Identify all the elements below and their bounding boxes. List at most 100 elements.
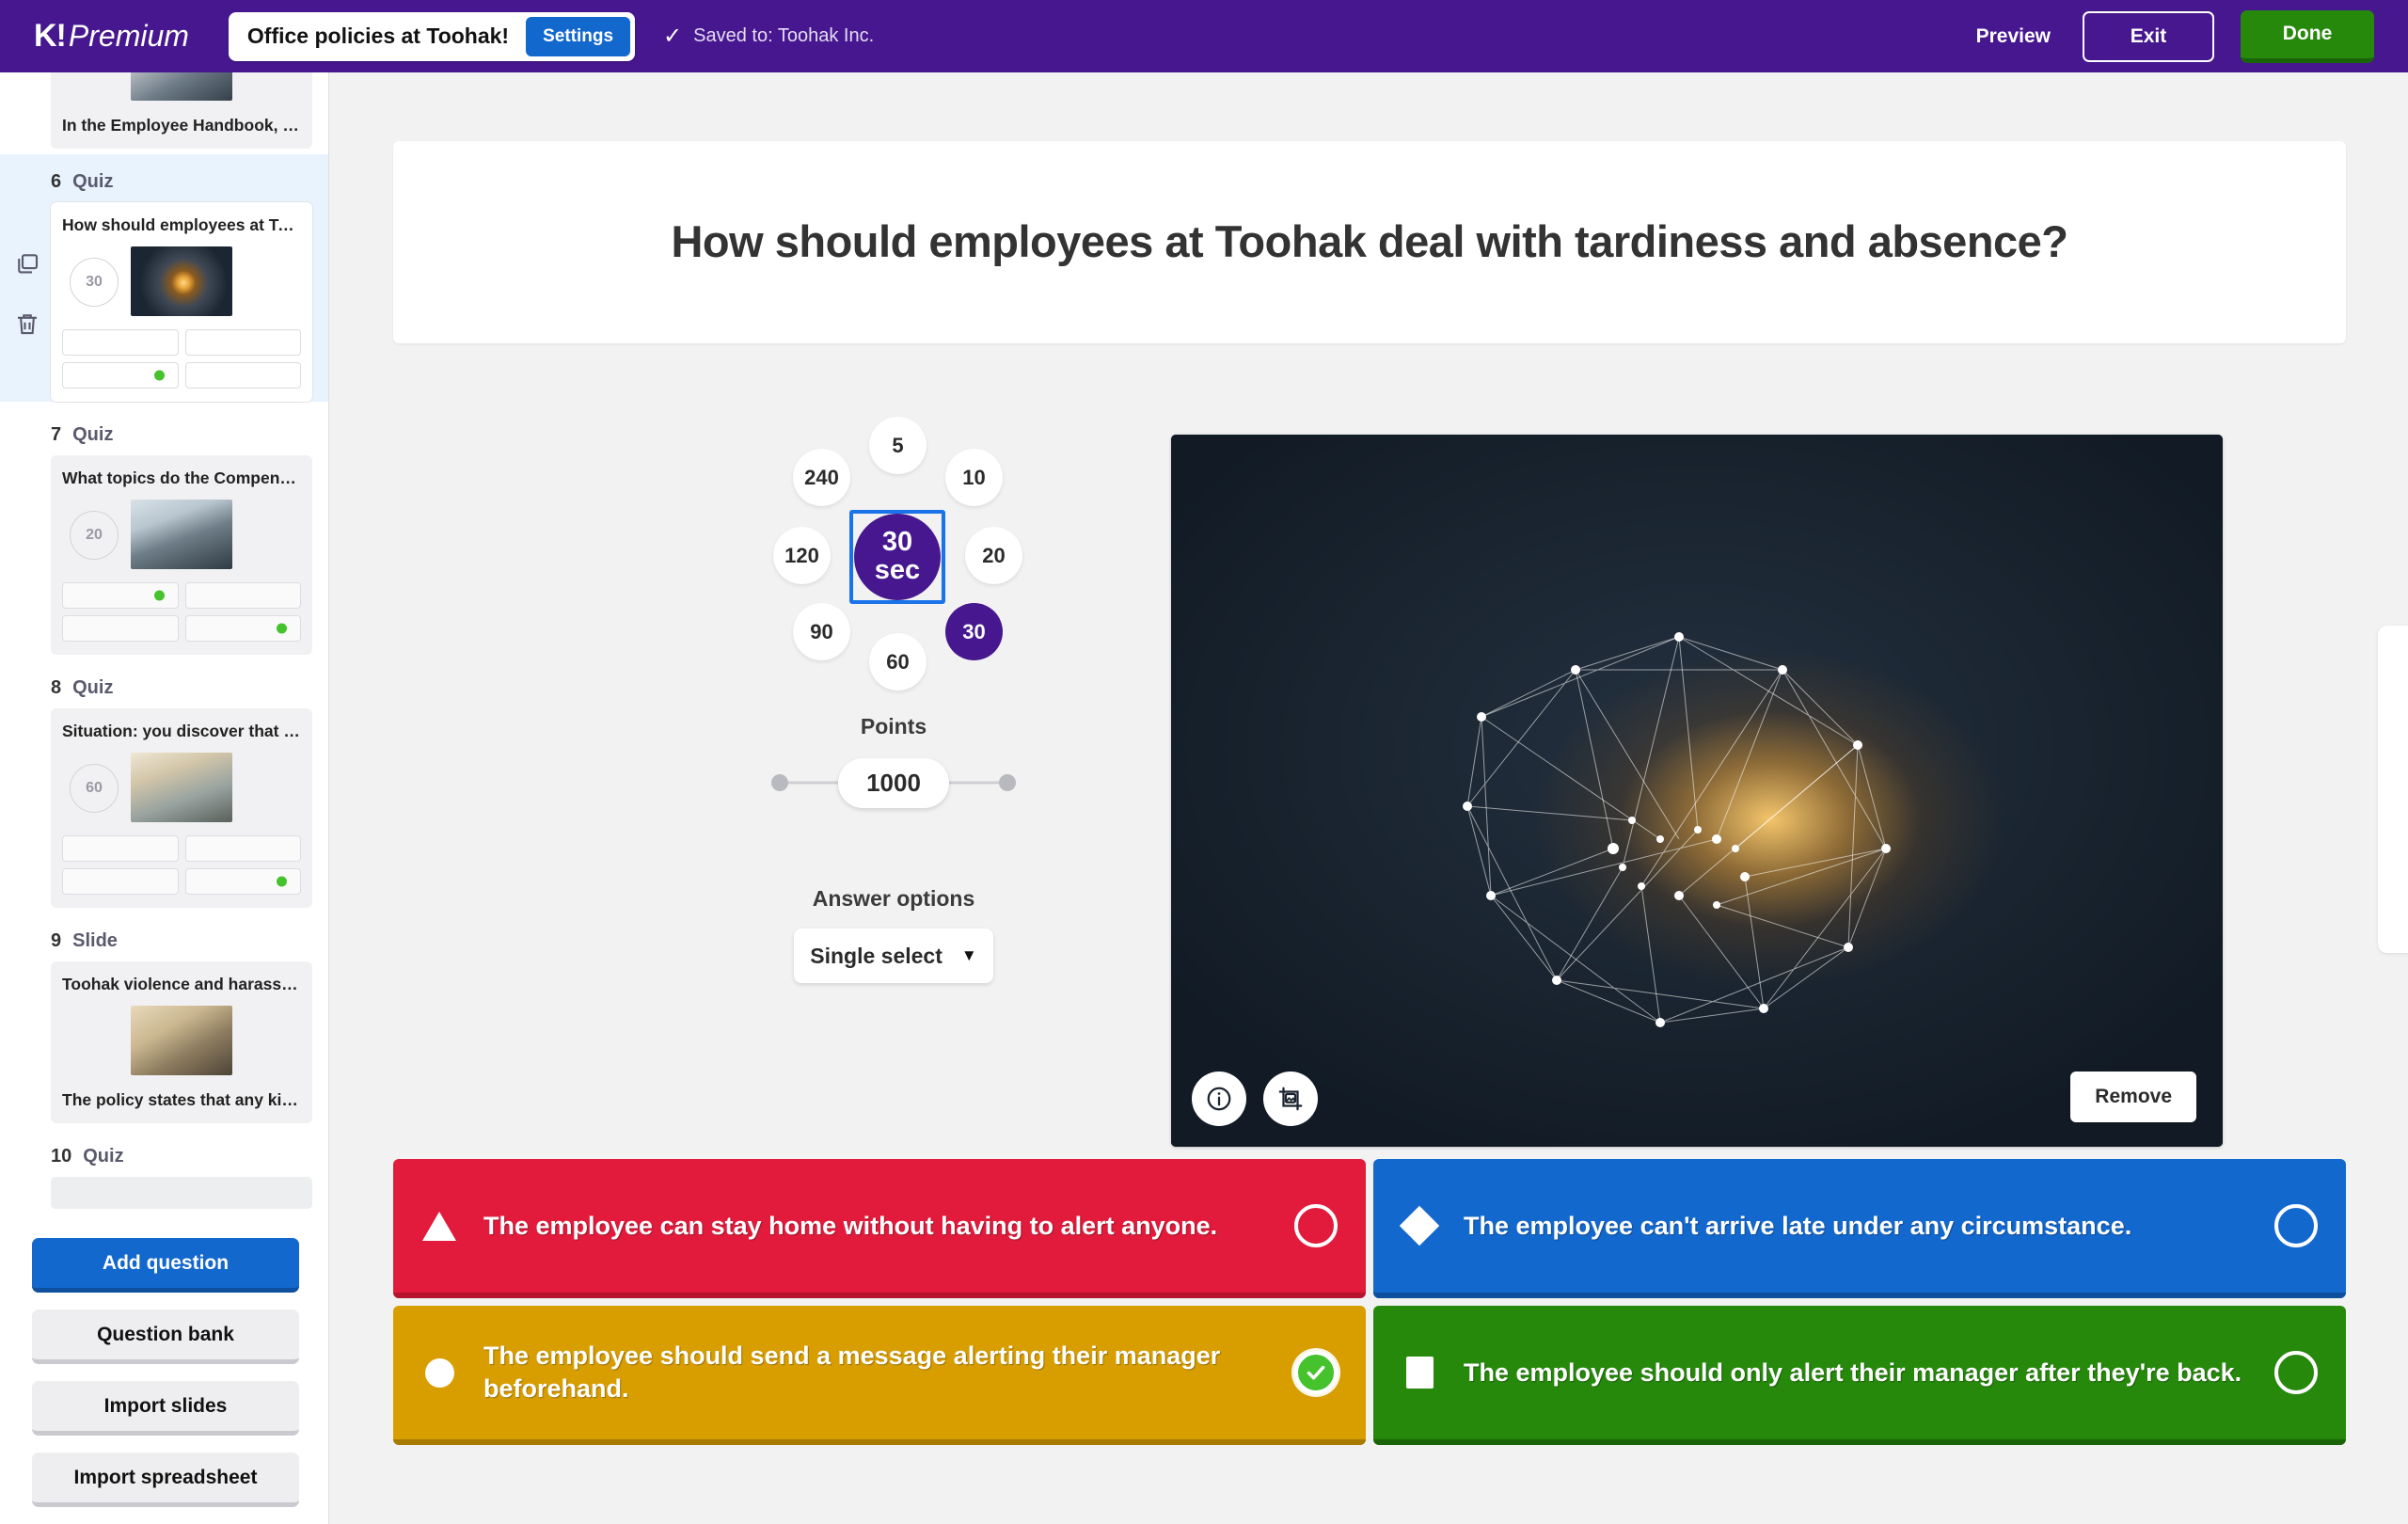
points-slider[interactable]: 1000 [771,756,1016,809]
timer-option-120[interactable]: 120 [773,527,831,584]
slide-thumb-row [62,1004,301,1077]
answer-tile-3[interactable]: The employee should send a message alert… [393,1306,1366,1445]
answer-tile-4[interactable]: The employee should only alert their man… [1373,1306,2346,1445]
timer-current-button[interactable]: 30 sec [854,514,941,600]
answer-text-4[interactable]: The employee should only alert their man… [1439,1357,2274,1389]
timer-option-240[interactable]: 240 [793,449,850,506]
timer-option-90[interactable]: 90 [793,603,850,660]
remove-image-button[interactable]: Remove [2070,1072,2196,1122]
settings-button[interactable]: Settings [526,16,631,56]
slide-thumbnail-card[interactable]: Situation: you discover that a cow… 60 [51,708,312,908]
slide-image-thumbnail [131,246,232,316]
answer-tile-2[interactable]: The employee can't arrive late under any… [1373,1159,2346,1298]
correct-dot-icon [153,590,165,601]
save-status: ✓ Saved to: Toohak Inc. [663,23,874,50]
slider-end-right[interactable] [999,774,1016,791]
edit-image-icon[interactable] [1263,1072,1318,1126]
slide-thumbnail-card[interactable]: How should employees at Toohak … 30 [51,202,312,402]
slide-image-thumbnail [131,72,232,101]
question-bank-button[interactable]: Question bank [32,1310,299,1364]
import-spreadsheet-button[interactable]: Import spreadsheet [32,1453,299,1507]
answer-slot [62,615,179,642]
correct-dot-icon [153,370,165,381]
correct-dot-icon [277,623,287,634]
timer-option-20[interactable]: 20 [965,527,1022,584]
timer-option-5[interactable]: 5 [869,417,927,474]
circle-icon [420,1357,459,1388]
timer-selector[interactable]: 5 10 20 30 60 90 120 240 30 sec [771,417,1022,691]
slide-caption: The policy states that any kind of … [62,1090,301,1109]
slide-number: 6 [51,171,62,192]
answer-slot-correct [62,362,179,389]
answer-text-1[interactable]: The employee can stay home without havin… [459,1210,1294,1243]
question-input-box[interactable]: How should employees at Toohak deal with… [393,141,2346,343]
answer-correct-toggle-3[interactable] [1294,1351,1338,1394]
sidebar-slide-9[interactable]: 9 Slide Toohak violence and harassment …… [0,913,328,1123]
slide-answer-preview [62,835,301,895]
points-value[interactable]: 1000 [838,757,949,808]
check-icon [1307,1365,1325,1380]
duplicate-icon[interactable] [13,249,41,278]
slide-thumbnail-card[interactable]: What topics do the Compensation… 20 [51,455,312,655]
image-reveal-title: Image reveal [2378,648,2408,674]
slide-thumbnail-card[interactable]: In the Employee Handbook, you c… [51,72,312,149]
sidebar-action-buttons: Add question Question bank Import slides… [32,1238,299,1507]
question-text[interactable]: How should employees at Toohak deal with… [671,215,2068,268]
timer-option-10[interactable]: 10 [945,449,1003,506]
premium-label: Premium [68,19,189,53]
sidebar-slide-10[interactable]: 10 Quiz [0,1129,328,1209]
list-item[interactable]: In the Employee Handbook, you c… [0,72,328,149]
import-slides-button[interactable]: Import slides [32,1381,299,1436]
kahoot-editor-app: K! Premium Office policies at Toohak! Se… [0,0,2408,1524]
triangle-icon [420,1211,459,1241]
answer-tiles: The employee can stay home without havin… [393,1159,2346,1445]
timer-center-value: 30 [881,527,913,558]
slide-image-thumbnail [131,1006,232,1075]
timer-center-focus-ring: 30 sec [849,510,945,604]
slide-number: 7 [51,424,62,445]
question-settings-column: 5 10 20 30 60 90 120 240 30 sec Points 1… [771,417,1022,983]
answer-correct-toggle-2[interactable] [2274,1204,2318,1247]
slide-type: Slide [72,930,118,951]
answer-tile-1[interactable]: The employee can stay home without havin… [393,1159,1366,1298]
slide-answer-preview [62,582,301,642]
trash-icon[interactable] [13,310,41,338]
slide-time-badge: 30 [70,258,119,307]
done-button[interactable]: Done [2241,9,2374,63]
add-question-button[interactable]: Add question [32,1238,299,1293]
slide-header: 10 Quiz [51,1129,328,1177]
slide-thumbnail-card[interactable]: Toohak violence and harassment … The pol… [51,961,312,1123]
answer-text-2[interactable]: The employee can't arrive late under any… [1439,1210,2274,1243]
answer-options-dropdown[interactable]: Single select ▼ [794,929,993,983]
answer-slot [184,329,301,356]
slide-number: 8 [51,677,62,698]
slide-type: Quiz [72,171,114,192]
sidebar-slide-8[interactable]: 8 Quiz Situation: you discover that a co… [0,660,328,908]
answer-slot [62,868,179,895]
sidebar-slide-6[interactable]: 6 Quiz How should employees at Toohak … … [0,154,328,402]
timer-option-30[interactable]: 30 [945,603,1003,660]
slide-type: Quiz [72,424,114,445]
kahoot-title[interactable]: Office policies at Toohak! [247,24,526,49]
question-media-panel[interactable]: Remove [1171,435,2223,1147]
answer-correct-toggle-1[interactable] [1294,1204,1338,1247]
slide-list-sidebar[interactable]: In the Employee Handbook, you c… [0,72,329,1524]
answer-slot-correct [184,868,301,895]
slide-thumb-row [62,72,301,103]
save-status-text: Saved to: Toohak Inc. [693,25,875,46]
answer-correct-toggle-4[interactable] [2274,1351,2318,1394]
answer-text-3[interactable]: The employee should send a message alert… [459,1340,1294,1405]
answer-slot-correct [62,582,179,609]
points-section: Points 1000 [771,714,1016,809]
timer-option-60[interactable]: 60 [869,633,927,691]
preview-button[interactable]: Preview [1971,16,2056,57]
exit-button[interactable]: Exit [2083,10,2214,62]
slider-end-left[interactable] [771,774,788,791]
answer-options-label: Answer options [812,886,975,911]
sidebar-slide-7[interactable]: 7 Quiz What topics do the Compensation… … [0,407,328,655]
brand-logo[interactable]: K! Premium [34,18,189,55]
info-icon[interactable] [1192,1072,1246,1126]
slide-time-badge: 20 [70,511,119,560]
slide-thumbnail-card[interactable] [51,1177,312,1209]
slide-header: 9 Slide [51,913,328,961]
